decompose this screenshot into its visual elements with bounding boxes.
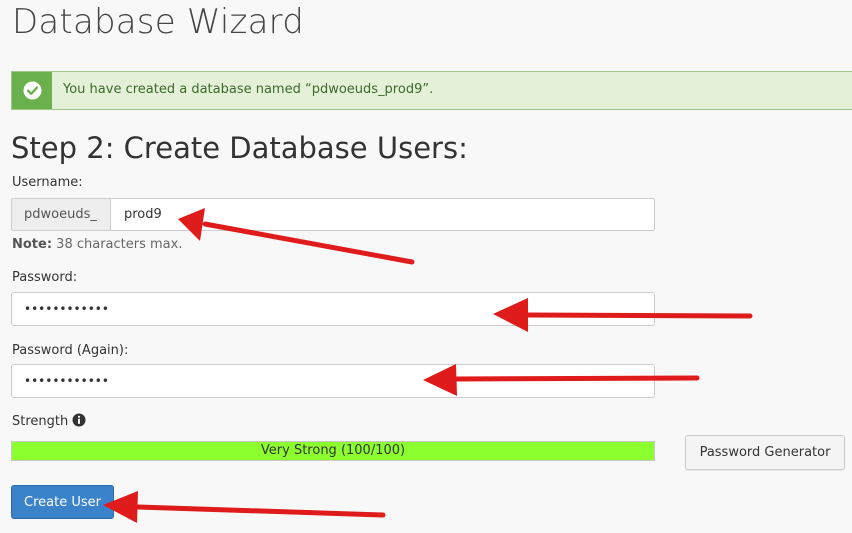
note-label: Note: (12, 237, 53, 252)
username-input-group: pdwoeuds_ (11, 198, 655, 231)
password-again-label: Password (Again): (12, 343, 129, 358)
strength-label: Strength (12, 414, 69, 429)
username-note: Note: 38 characters max. (12, 237, 182, 252)
alert-message: You have created a database named “pdwoe… (63, 82, 434, 97)
username-input[interactable] (112, 199, 652, 230)
create-user-button[interactable]: Create User (11, 485, 114, 519)
check-circle-icon (23, 81, 42, 100)
arrow-create-user (103, 491, 386, 523)
username-prefix: pdwoeuds_ (12, 199, 111, 230)
strength-text: Very Strong (100/100) (260, 443, 406, 458)
step-title: Step 2: Create Database Users: (11, 131, 468, 165)
password-again-input[interactable] (11, 364, 655, 398)
success-alert: You have created a database named “pdwoe… (11, 71, 852, 110)
alert-icon-box (12, 72, 52, 109)
strength-label-row: Strength (12, 413, 86, 429)
password-generator-button[interactable]: Password Generator (685, 435, 845, 470)
note-text: 38 characters max. (52, 237, 183, 252)
info-circle-icon[interactable] (72, 413, 86, 427)
password-label: Password: (12, 270, 78, 285)
password-input[interactable] (11, 292, 655, 326)
username-label: Username: (12, 175, 83, 190)
strength-meter: Very Strong (100/100) (11, 441, 655, 461)
page-title: Database Wizard (12, 2, 304, 42)
